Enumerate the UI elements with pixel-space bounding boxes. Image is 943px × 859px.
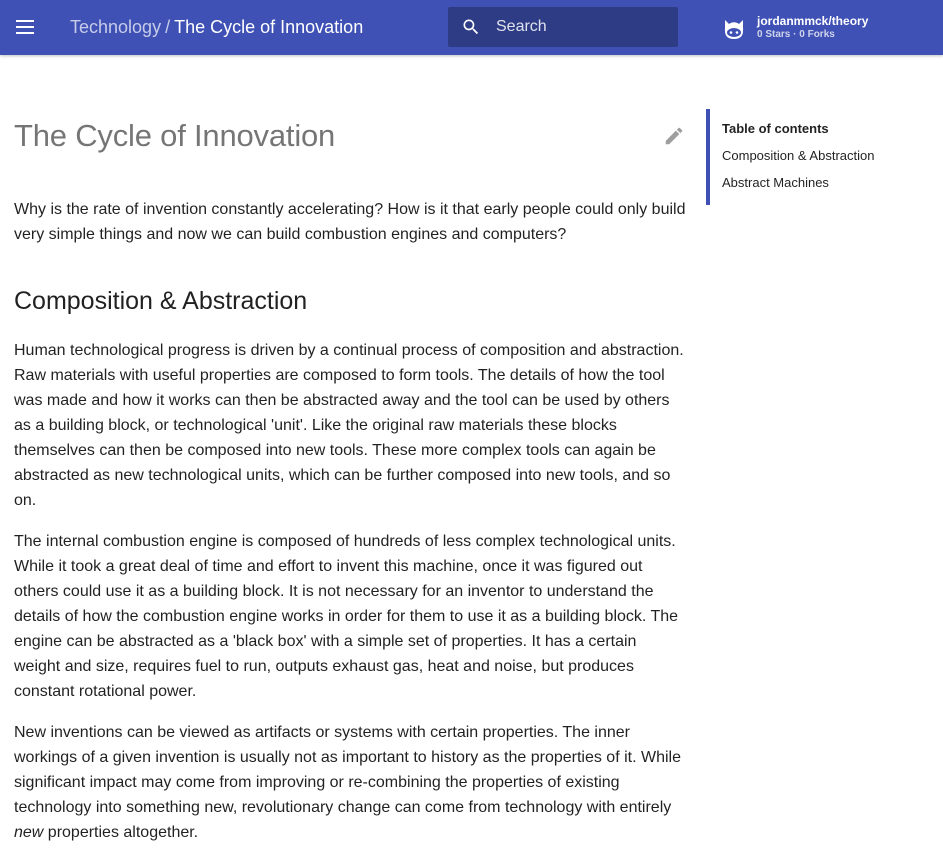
menu-icon[interactable] xyxy=(13,17,37,37)
paragraph-composition: Human technological progress is driven b… xyxy=(14,342,684,509)
top-header: Technology/The Cycle of Innovation jorda… xyxy=(0,0,943,55)
pencil-icon[interactable] xyxy=(663,125,685,147)
search-input[interactable] xyxy=(496,7,674,47)
repo-name: jordanmmck/theory xyxy=(757,14,869,28)
paragraph-text: New inventions can be viewed as artifact… xyxy=(14,724,681,816)
repo-link[interactable]: jordanmmck/theory 0 Stars · 0 Forks xyxy=(721,12,931,44)
page-title: The Cycle of Innovation xyxy=(14,118,336,153)
toc-item-abstract-machines[interactable]: Abstract Machines xyxy=(722,175,829,190)
breadcrumb: Technology / The Cycle of Innovation xyxy=(70,15,363,39)
intro-paragraph: Why is the rate of invention constantly … xyxy=(14,201,686,243)
repo-facts: 0 Stars · 0 Forks xyxy=(757,29,835,40)
table-of-contents: Table of contents Composition & Abstract… xyxy=(706,109,936,205)
github-icon xyxy=(724,20,744,39)
breadcrumb-current: The Cycle of Innovation xyxy=(174,17,364,37)
paragraph-new-inventions: New inventions can be viewed as artifact… xyxy=(14,720,687,845)
breadcrumb-parent[interactable]: Technology xyxy=(70,17,161,37)
toc-title: Table of contents xyxy=(722,121,829,136)
emphasis-text: new xyxy=(14,824,44,841)
section-heading: Composition & Abstraction xyxy=(14,287,308,315)
breadcrumb-separator: / xyxy=(165,17,171,37)
paragraph-combustion-engine: The internal combustion engine is compos… xyxy=(14,533,679,700)
search-box[interactable] xyxy=(448,7,678,47)
toc-item-composition-abstraction[interactable]: Composition & Abstraction xyxy=(722,148,874,163)
paragraph-text-end: properties altogether. xyxy=(43,824,199,841)
search-icon xyxy=(463,19,479,35)
